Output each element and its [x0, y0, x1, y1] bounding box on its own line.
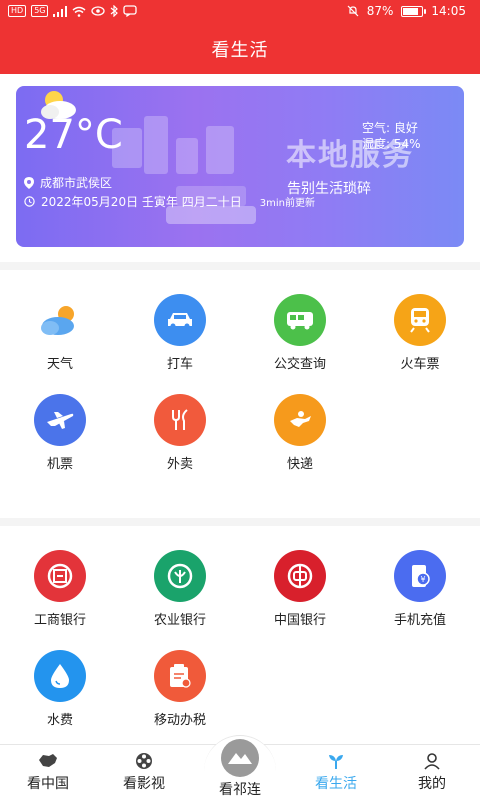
service-label: 农业银行: [153, 613, 206, 628]
service-label: 天气: [46, 357, 73, 372]
date-line: 2022年05月20日 壬寅年 四月二十日 3min前更新: [24, 193, 315, 210]
nav-label: 我的: [418, 776, 446, 792]
svg-text:¥: ¥: [420, 575, 425, 584]
service-weather[interactable]: 天气: [0, 284, 120, 384]
service-taxi[interactable]: 打车: [120, 284, 240, 384]
temperature: 27°C: [24, 112, 123, 158]
service-label: 快递: [286, 457, 313, 472]
service-label: 工商银行: [33, 613, 86, 628]
service-express[interactable]: 快递: [240, 384, 360, 484]
service-label: 手机充值: [393, 613, 446, 628]
user-icon: [424, 753, 440, 770]
location-text: 成都市武侯区: [40, 176, 113, 190]
banner-subtitle: 告别生活琐碎: [287, 181, 371, 197]
service-tax[interactable]: 移动办税: [120, 640, 240, 740]
message-icon: [123, 5, 138, 17]
abc-bank-icon: [154, 550, 206, 602]
mountain-icon: [221, 739, 259, 777]
nav-label: 看影视: [123, 776, 165, 792]
airplane-icon: [34, 394, 86, 446]
date-text: 2022年05月20日 壬寅年 四月二十日: [41, 195, 242, 209]
service-label: 火车票: [400, 357, 440, 372]
food-delivery-icon: [154, 394, 206, 446]
service-abc-bank[interactable]: 农业银行: [120, 540, 240, 640]
sprout-icon: [329, 755, 343, 769]
icbc-icon: [34, 550, 86, 602]
service-label: 移动办税: [153, 713, 206, 728]
service-train[interactable]: 火车票: [360, 284, 480, 384]
life-services-section: 天气 打车 公交查询 火车票 机票 外卖 快递: [0, 262, 480, 518]
service-bus[interactable]: 公交查询: [240, 284, 360, 384]
hd-indicator: HD: [8, 5, 27, 17]
nav-label: 看中国: [27, 776, 69, 792]
service-label: 机票: [46, 457, 73, 472]
wifi-icon: [73, 6, 86, 17]
nav-kan-qilian[interactable]: 看祁连: [192, 739, 288, 800]
service-label: 外卖: [166, 457, 193, 472]
service-icbc[interactable]: 工商银行: [0, 540, 120, 640]
weather-icon: [34, 294, 86, 346]
taxi-icon: [154, 294, 206, 346]
water-drop-icon: [34, 650, 86, 702]
service-label: 打车: [166, 357, 193, 372]
nav-kan-zhongguo[interactable]: 看中国: [0, 745, 96, 800]
train-icon: [394, 294, 446, 346]
weather-banner[interactable]: 27°C 成都市武侯区 2022年05月20日 壬寅年 四月二十日 3min前更…: [16, 86, 464, 247]
battery-icon: [401, 5, 427, 17]
status-bar: HD 5G 87% 14:05: [0, 0, 480, 24]
signal-icon: [53, 5, 68, 17]
banner-decoration: [176, 138, 198, 174]
clock-icon: [24, 196, 35, 207]
nav-kan-yingshi[interactable]: 看影视: [96, 745, 192, 800]
boc-icon: [274, 550, 326, 602]
bottom-nav: 看中国 看影视 看祁连 看生活 我的: [0, 735, 480, 800]
location: 成都市武侯区: [24, 174, 112, 191]
battery-percent: 87%: [366, 4, 394, 18]
clock: 14:05: [431, 4, 466, 18]
express-icon: [274, 394, 326, 446]
banner-decoration: [206, 126, 234, 174]
service-boc[interactable]: 中国银行: [240, 540, 360, 640]
tax-icon: [154, 650, 206, 702]
banner-section: 27°C 成都市武侯区 2022年05月20日 壬寅年 四月二十日 3min前更…: [0, 74, 480, 262]
film-reel-icon: [136, 753, 152, 769]
nav-label: 看生活: [315, 776, 357, 792]
service-flight[interactable]: 机票: [0, 384, 120, 484]
life-services-grid: 天气 打车 公交查询 火车票 机票 外卖 快递: [0, 284, 480, 484]
bluetooth-icon: [111, 5, 119, 17]
payment-services-grid: 工商银行 农业银行 中国银行 ¥ 手机充值 水费 移动办税: [0, 540, 480, 740]
nav-label: 看祁连: [219, 782, 261, 798]
banner-big-title: 本地服务: [286, 138, 414, 173]
service-food[interactable]: 外卖: [120, 384, 240, 484]
payment-services-section: 工商银行 农业银行 中国银行 ¥ 手机充值 水费 移动办税: [0, 518, 480, 744]
location-pin-icon: [24, 176, 34, 189]
app-header: 看生活: [0, 24, 480, 74]
network-indicator: 5G: [31, 5, 49, 17]
service-label: 公交查询: [273, 357, 326, 372]
page-title: 看生活: [211, 40, 269, 61]
mute-bell-icon: [347, 5, 359, 17]
eye-icon: [91, 6, 106, 16]
service-water[interactable]: 水费: [0, 640, 120, 740]
service-label: 中国银行: [273, 613, 326, 628]
nav-kan-shenghuo[interactable]: 看生活: [288, 745, 384, 800]
service-phone-recharge[interactable]: ¥ 手机充值: [360, 540, 480, 640]
phone-recharge-icon: ¥: [394, 550, 446, 602]
banner-decoration: [144, 116, 168, 174]
bus-icon: [274, 294, 326, 346]
service-label: 水费: [46, 713, 73, 728]
nav-wode[interactable]: 我的: [384, 745, 480, 800]
china-map-icon: [39, 754, 57, 767]
